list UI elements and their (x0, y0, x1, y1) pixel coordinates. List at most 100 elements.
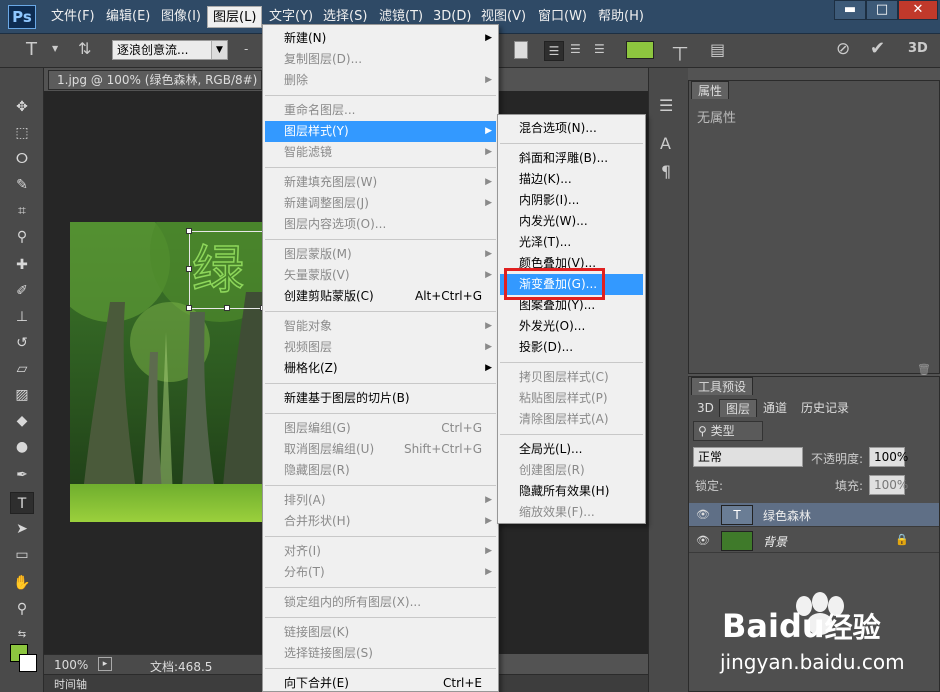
layer-menu-item[interactable]: 新建基于图层的切片(B) (265, 388, 496, 409)
menu-edit[interactable]: 编辑(E) (101, 6, 155, 28)
layer-menu-item[interactable]: 隐藏图层(R) (265, 460, 496, 481)
layer-menu-item[interactable]: 对齐(I) ▶ (265, 541, 496, 562)
layer-menu-item[interactable]: 图层编组(G) Ctrl+G (265, 418, 496, 439)
transform-handle[interactable] (186, 228, 192, 234)
layer-style-item[interactable]: 斜面和浮雕(B)... (500, 148, 643, 169)
status-menu-icon[interactable]: ▸ (98, 657, 112, 671)
transform-handle[interactable] (186, 266, 192, 272)
pen-tool-icon[interactable]: ✒ (10, 464, 34, 486)
lasso-tool-icon[interactable]: ⵔ (10, 148, 34, 170)
character-panel-icon[interactable]: ▤ (710, 40, 725, 59)
menu-image[interactable]: 图像(I) (156, 6, 206, 28)
layer-menu-item[interactable]: 取消图层编组(U) Shift+Ctrl+G (265, 439, 496, 460)
shape-tool-icon[interactable]: ▭ (10, 544, 34, 566)
layer-row-background[interactable]: 👁 背景 🔒 (689, 529, 939, 553)
type-tool-preset-icon[interactable]: T (26, 39, 37, 60)
zoom-level[interactable]: 100% (54, 658, 88, 672)
layer-menu-item[interactable]: 向下合并(E) Ctrl+E (265, 673, 496, 692)
layer-style-item[interactable]: 内发光(W)... (500, 211, 643, 232)
blend-mode-select[interactable]: 正常 (693, 447, 803, 467)
layer-style-item[interactable]: 投影(D)... (500, 337, 643, 358)
path-select-icon[interactable]: ➤ (10, 518, 34, 540)
layer-menu-item[interactable]: 图层内容选项(O)... (265, 214, 496, 235)
font-family-select[interactable]: 逐浪创意流... ▼ (112, 40, 228, 60)
tab-history[interactable]: 历史记录 (795, 399, 855, 417)
tab-3d[interactable]: 3D (691, 399, 720, 417)
layer-style-item[interactable]: 缩放效果(F)... (500, 502, 643, 523)
layer-style-item[interactable]: 外发光(O)... (500, 316, 643, 337)
tab-channels[interactable]: 通道 (757, 399, 793, 417)
background-color-swatch[interactable] (19, 654, 37, 672)
layer-style-item[interactable]: 清除图层样式(A) (500, 409, 643, 430)
layer-style-item[interactable]: 光泽(T)... (500, 232, 643, 253)
clone-stamp-icon[interactable]: ⊥ (10, 306, 34, 328)
layer-menu-item[interactable]: 新建填充图层(W) ▶ (265, 172, 496, 193)
toggle-text-orientation-icon[interactable]: ⇅ (78, 39, 91, 58)
cancel-icon[interactable]: ⊘ (836, 39, 850, 59)
crop-tool-icon[interactable]: ⌗ (10, 200, 34, 222)
tab-layers[interactable]: 图层 (719, 399, 758, 417)
trash-icon[interactable]: 🗑 (917, 363, 931, 376)
eye-icon[interactable]: 👁 (695, 533, 711, 549)
eyedropper-tool-icon[interactable]: ⚲ (10, 226, 34, 248)
marquee-tool-icon[interactable]: ⬚ (10, 122, 34, 144)
menu-layer[interactable]: 图层(L) (207, 6, 263, 28)
menu-file[interactable]: 文件(F) (46, 6, 100, 28)
layer-menu-item[interactable]: 重命名图层... (265, 100, 496, 121)
layer-menu-item[interactable]: 删除 ▶ (265, 70, 496, 91)
hand-tool-icon[interactable]: ✋ (10, 572, 34, 594)
layer-style-item[interactable]: 混合选项(N)... (500, 118, 643, 139)
properties-tab[interactable]: 属性 (691, 81, 730, 99)
history-panel-icon[interactable]: ☰ (659, 96, 673, 115)
healing-brush-icon[interactable]: ✚ (10, 254, 34, 276)
layer-row-text[interactable]: 👁 T 绿色森林 (689, 503, 939, 527)
text-color-swatch[interactable] (626, 41, 654, 59)
transform-handle[interactable] (186, 305, 192, 311)
layer-menu-item[interactable]: 图层蒙版(M) ▶ (265, 244, 496, 265)
warp-text-icon[interactable]: 丅 (672, 40, 688, 64)
swap-colors-icon[interactable]: ⇆ (10, 624, 34, 646)
minimize-button[interactable]: ▬ (834, 0, 866, 20)
document-tab[interactable]: 1.jpg @ 100% (绿色森林, RGB/8#) * (48, 70, 262, 105)
layer-style-item[interactable]: 粘贴图层样式(P) (500, 388, 643, 409)
layer-style-item[interactable]: 创建图层(R) (500, 460, 643, 481)
tool-presets-tab[interactable]: 工具预设 (691, 377, 754, 395)
close-button[interactable]: ✕ (898, 0, 938, 20)
fill-field[interactable]: 100% (869, 475, 908, 495)
layer-menu-item[interactable]: 锁定组内的所有图层(X)... (265, 592, 496, 613)
align-center-icon[interactable]: ☰ (570, 42, 581, 56)
dodge-tool-icon[interactable]: ● (10, 436, 34, 458)
layer-style-item[interactable]: 全局光(L)... (500, 439, 643, 460)
layer-style-item[interactable]: 隐藏所有效果(H) (500, 481, 643, 502)
layer-menu-item[interactable]: 视频图层 ▶ (265, 337, 496, 358)
quick-select-tool-icon[interactable]: ✎ (10, 174, 34, 196)
history-brush-icon[interactable]: ↺ (10, 332, 34, 354)
character-panel-icon[interactable]: A (660, 134, 671, 153)
opacity-field[interactable]: 100% (869, 447, 908, 467)
menu-help[interactable]: 帮助(H) (593, 6, 649, 28)
layer-menu-item[interactable]: 链接图层(K) (265, 622, 496, 643)
layer-menu-item[interactable]: 新建调整图层(J) ▶ (265, 193, 496, 214)
move-tool-icon[interactable]: ✥ (10, 96, 34, 118)
layer-style-item[interactable]: 描边(K)... (500, 169, 643, 190)
align-right-icon[interactable]: ☰ (594, 42, 605, 56)
chevron-down-icon[interactable]: ▼ (52, 44, 58, 53)
brush-tool-icon[interactable]: ✐ (10, 280, 34, 302)
layer-menu-item[interactable]: 排列(A) ▶ (265, 490, 496, 511)
layer-menu-item[interactable]: 栅格化(Z) ▶ (265, 358, 496, 379)
layer-style-item[interactable]: 拷贝图层样式(C) (500, 367, 643, 388)
commit-check-icon[interactable]: ✔ (870, 38, 885, 59)
zoom-tool-icon[interactable]: ⚲ (10, 598, 34, 620)
layer-menu-item[interactable]: 智能滤镜 ▶ (265, 142, 496, 163)
gradient-tool-icon[interactable]: ▨ (10, 384, 34, 406)
type-tool-icon[interactable]: T (10, 492, 34, 514)
transform-handle[interactable] (224, 305, 230, 311)
menu-window[interactable]: 窗口(W) (533, 6, 592, 28)
3d-icon[interactable]: 3D (908, 41, 928, 56)
restore-button[interactable]: □ (866, 0, 898, 20)
layer-style-item[interactable]: 内阴影(I)... (500, 190, 643, 211)
eraser-tool-icon[interactable]: ▱ (10, 358, 34, 380)
layer-menu-item[interactable]: 智能对象 ▶ (265, 316, 496, 337)
align-left-icon[interactable]: ☰ (544, 41, 564, 61)
layer-menu-item[interactable]: 合并形状(H) ▶ (265, 511, 496, 532)
